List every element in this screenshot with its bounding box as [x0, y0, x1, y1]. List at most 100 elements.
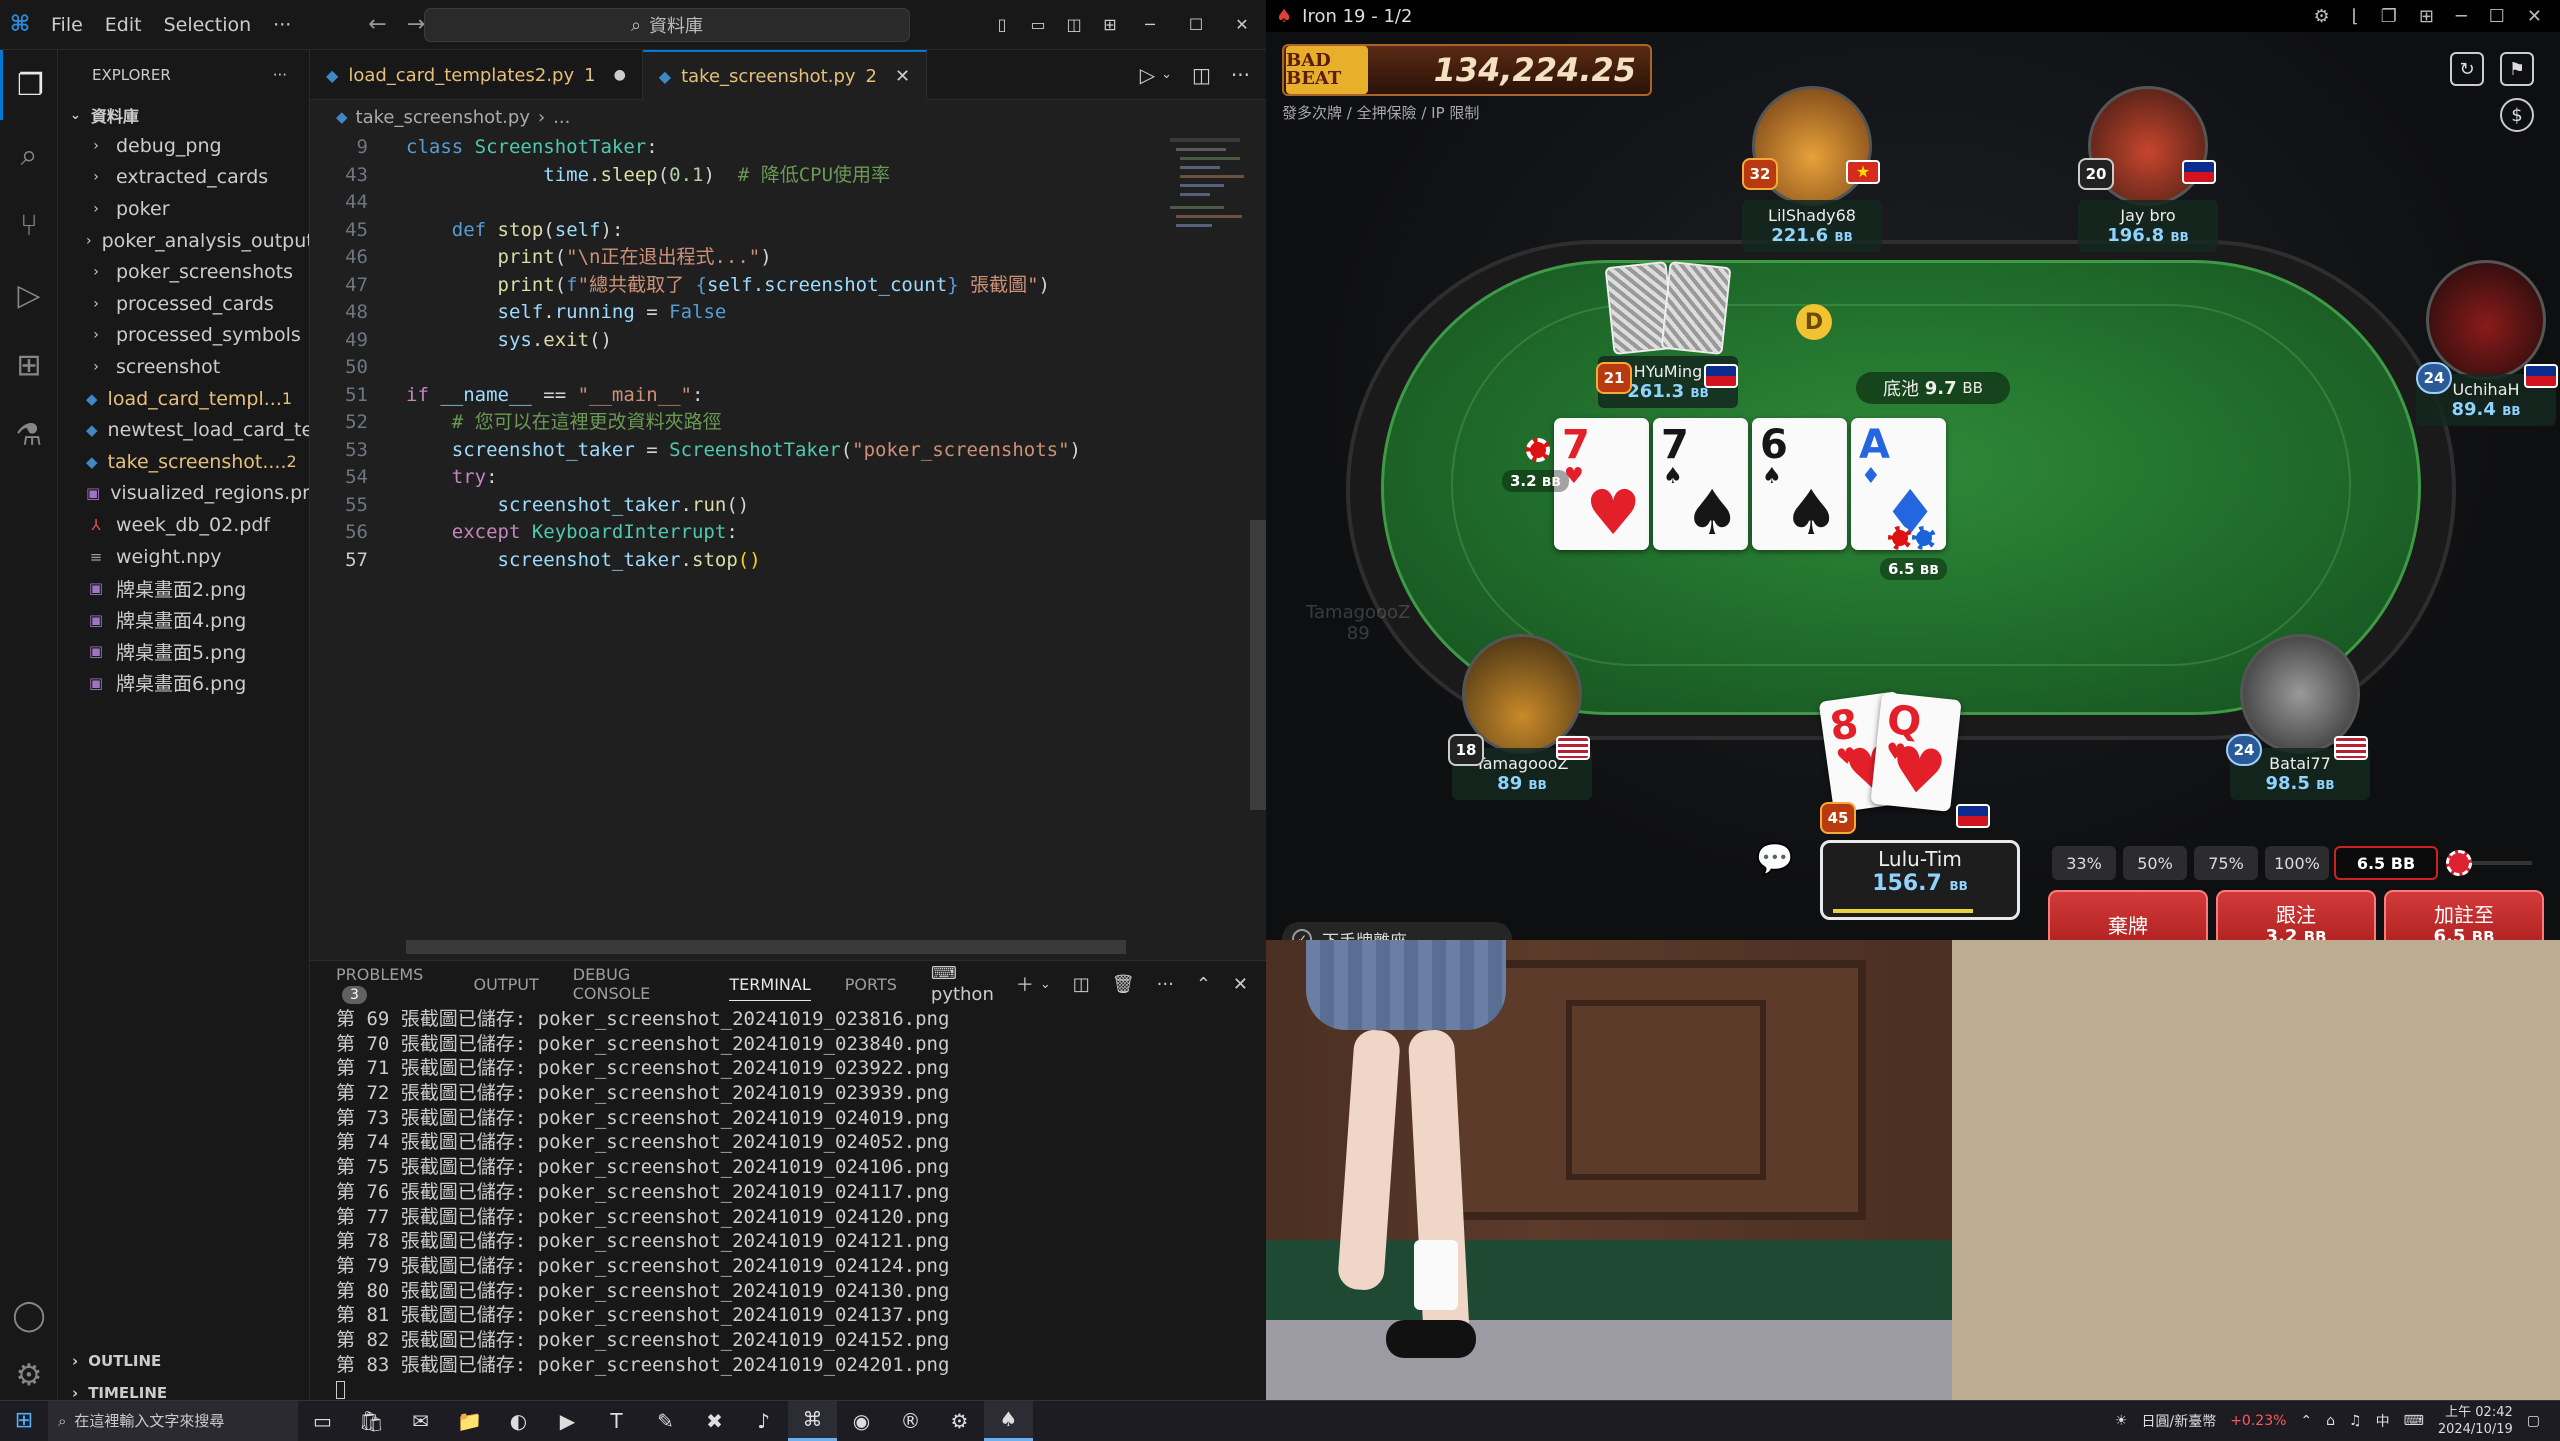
code-line[interactable]: 56 except KeyboardInterrupt:	[310, 519, 1166, 547]
menu-flag-icon[interactable]: ⚑	[2500, 52, 2534, 86]
source-control-icon[interactable]: ⑂	[0, 190, 58, 260]
new-terminal-icon[interactable]: ＋	[1016, 971, 1034, 997]
menu-selection[interactable]: Selection	[153, 0, 263, 50]
maximize-icon[interactable]: ☐	[1174, 0, 1218, 50]
close-window-icon[interactable]: ✕	[1220, 0, 1264, 50]
sit-out-next-hand-checkbox[interactable]: ✓ 下手牌離座	[1282, 922, 1512, 940]
code-line[interactable]: 43 time.sleep(0.1) # 降低CPU使用率	[310, 162, 1166, 190]
maximize-icon[interactable]: ☐	[2489, 6, 2505, 27]
fold-button[interactable]: 棄牌	[2048, 890, 2208, 940]
explorer-more-icon[interactable]: ···	[273, 66, 287, 84]
chevron-down-icon[interactable]: ⌄	[1161, 67, 1172, 82]
code-line[interactable]: 45 def stop(self):	[310, 217, 1166, 245]
tree-folder[interactable]: › poker_screenshots	[58, 256, 309, 288]
hero-seat-label[interactable]: Lulu-Tim 156.7 BB	[1820, 840, 2020, 920]
more-actions-icon[interactable]: ···	[1231, 63, 1250, 87]
tree-folder[interactable]: › processed_cards	[58, 288, 309, 320]
customize-layout-icon[interactable]: ⊞	[1088, 0, 1132, 50]
notes-icon[interactable]: ✎	[641, 1401, 690, 1441]
run-icon[interactable]: ▷	[1140, 63, 1155, 87]
breadcrumb-file[interactable]: take_screenshot.py	[356, 107, 530, 128]
tree-file[interactable]: ◆ take_screenshot.... 2	[58, 446, 309, 478]
outline-section[interactable]: › OUTLINE	[58, 1346, 310, 1376]
seat-batai77[interactable]: Batai77 98.5 BB 24	[2226, 634, 2370, 800]
file-explorer-icon[interactable]: 📁	[445, 1401, 494, 1441]
tree-file[interactable]: ◆ load_card_templ... 1	[58, 383, 309, 415]
close-panel-icon[interactable]: ✕	[1233, 974, 1248, 995]
explorer-icon[interactable]: ❐	[0, 50, 58, 120]
tree-file[interactable]: ⅄ week_db_02.pdf	[58, 509, 309, 541]
seat-tamagoooz[interactable]: TamagoooZ 89 BB 18	[1448, 634, 1592, 800]
tab-ports[interactable]: PORTS	[845, 975, 897, 994]
slider-handle[interactable]	[2446, 850, 2472, 876]
tab-output[interactable]: OUTPUT	[474, 975, 539, 994]
command-center-search[interactable]: ⌕ 資料庫	[424, 8, 910, 42]
breadcrumb-symbol[interactable]: ...	[553, 107, 570, 128]
raise-button[interactable]: 加註至 6.5 BB	[2384, 890, 2544, 940]
tree-file[interactable]: ≡ weight.npy	[58, 541, 309, 573]
vertical-scrollbar[interactable]	[1250, 520, 1266, 810]
grid-icon[interactable]: ⊞	[2419, 6, 2434, 27]
tree-folder[interactable]: › extracted_cards	[58, 162, 309, 194]
code-line[interactable]: 50	[310, 354, 1166, 382]
code-line[interactable]: 49 sys.exit()	[310, 327, 1166, 355]
tree-file[interactable]: ▣ 牌桌畫面4.png	[58, 604, 309, 636]
bet-slider-track[interactable]	[2472, 861, 2532, 865]
tree-file[interactable]: ◆ newtest_load_card_te...	[58, 414, 309, 446]
code-line[interactable]: 44	[310, 189, 1166, 217]
code-line[interactable]: 47 print(f"總共截取了 {self.screenshot_count}…	[310, 272, 1166, 300]
teams-icon[interactable]: T	[592, 1401, 641, 1441]
poker-taskbar-icon[interactable]: ♠	[984, 1400, 1033, 1441]
testing-icon[interactable]: ⚗	[0, 400, 58, 470]
code-line[interactable]: 51 if __name__ == "__main__":	[310, 382, 1166, 410]
volume-icon[interactable]: ♫	[2349, 1413, 2362, 1429]
call-button[interactable]: 跟注 3.2 BB	[2216, 890, 2376, 940]
code-line[interactable]: 48 self.running = False	[310, 299, 1166, 327]
tree-folder[interactable]: › debug_png	[58, 130, 309, 162]
tab-problems[interactable]: PROBLEMS3	[336, 965, 440, 1004]
maximize-panel-icon[interactable]: ⌃	[1196, 974, 1211, 995]
chevron-down-icon[interactable]: ⌄	[1040, 977, 1051, 992]
vscode-taskbar-icon[interactable]: ⌘	[788, 1400, 837, 1441]
search-view-icon[interactable]: ⌕	[0, 120, 58, 190]
cashier-icon[interactable]: $	[2500, 98, 2534, 132]
notification-icon[interactable]: ▢	[2527, 1413, 2540, 1429]
clock[interactable]: 上午 02:42 2024/10/19	[2438, 1404, 2513, 1438]
python-icon[interactable]: ♪	[739, 1401, 788, 1441]
taskbar-search[interactable]: ⌕ 在這裡輸入文字來搜尋	[48, 1400, 298, 1441]
minimap[interactable]	[1170, 134, 1250, 254]
tree-file[interactable]: ▣ visualized_regions.png	[58, 478, 309, 510]
ime-indicator[interactable]: 中	[2376, 1411, 2390, 1431]
horizontal-scrollbar[interactable]	[406, 940, 1126, 954]
tab-load-card-templates2[interactable]: ◆ load_card_templates2.py 1 ●	[310, 50, 643, 100]
windows-start-icon[interactable]: ⊞	[0, 1401, 48, 1441]
task-view-icon[interactable]: ▭	[298, 1401, 347, 1441]
trash-icon[interactable]: 🗑	[1112, 974, 1135, 995]
close-icon[interactable]: ✕	[895, 66, 910, 87]
tree-file[interactable]: ▣ 牌桌畫面5.png	[58, 636, 309, 668]
tray-chevron-icon[interactable]: ⌃	[2300, 1413, 2312, 1429]
code-line[interactable]: 53 screenshot_taker = ScreenshotTaker("p…	[310, 437, 1166, 465]
ticker-label[interactable]: 日圓/新臺幣	[2141, 1411, 2216, 1431]
tab-take-screenshot[interactable]: ◆ take_screenshot.py 2 ✕	[642, 50, 928, 100]
menu-edit[interactable]: Edit	[94, 0, 153, 50]
tree-folder[interactable]: › screenshot	[58, 351, 309, 383]
more-actions-icon[interactable]: ···	[1157, 974, 1174, 995]
tree-folder[interactable]: › poker	[58, 193, 309, 225]
code-line[interactable]: 9 class ScreenshotTaker:	[310, 134, 1166, 162]
code-line[interactable]: 55 screenshot_taker.run()	[310, 492, 1166, 520]
run-debug-icon[interactable]: ▷	[0, 260, 58, 330]
seat-lilshady68[interactable]: LilShady68 221.6 BB 32 ★	[1742, 86, 1882, 252]
multi-table-icon[interactable]: ❐	[2381, 6, 2397, 27]
edge-icon[interactable]: ◐	[494, 1401, 543, 1441]
code-line[interactable]: 57 screenshot_taker.stop()	[310, 547, 1166, 575]
replay-icon[interactable]: ↻	[2450, 52, 2484, 86]
minimize-icon[interactable]: ─	[2456, 6, 2467, 27]
split-editor-icon[interactable]: ◫	[1192, 63, 1211, 87]
close-window-icon[interactable]: ✕	[2527, 6, 2542, 27]
minimize-icon[interactable]: ─	[1128, 0, 1172, 50]
app-r-icon[interactable]: ®	[886, 1401, 935, 1441]
menu-file[interactable]: File	[40, 0, 94, 50]
tab-debug-console[interactable]: DEBUG CONSOLE	[573, 965, 696, 1003]
tab-terminal[interactable]: TERMINAL	[729, 968, 811, 1001]
